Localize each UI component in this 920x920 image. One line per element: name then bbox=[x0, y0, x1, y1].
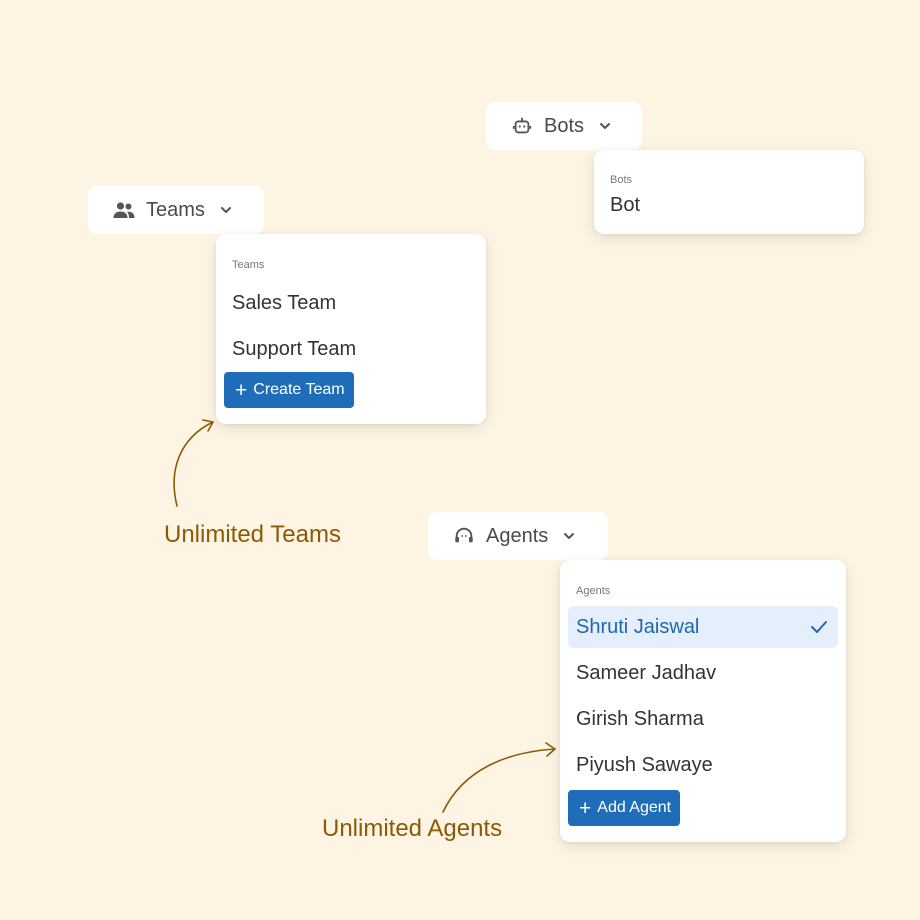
canvas: Bots Bots Bot Teams Teams Sales Team Sup… bbox=[0, 0, 920, 920]
arrow-to-teams-menu bbox=[173, 419, 214, 507]
arrow-to-agents-menu bbox=[442, 742, 556, 813]
annotation-arrows bbox=[173, 419, 556, 813]
